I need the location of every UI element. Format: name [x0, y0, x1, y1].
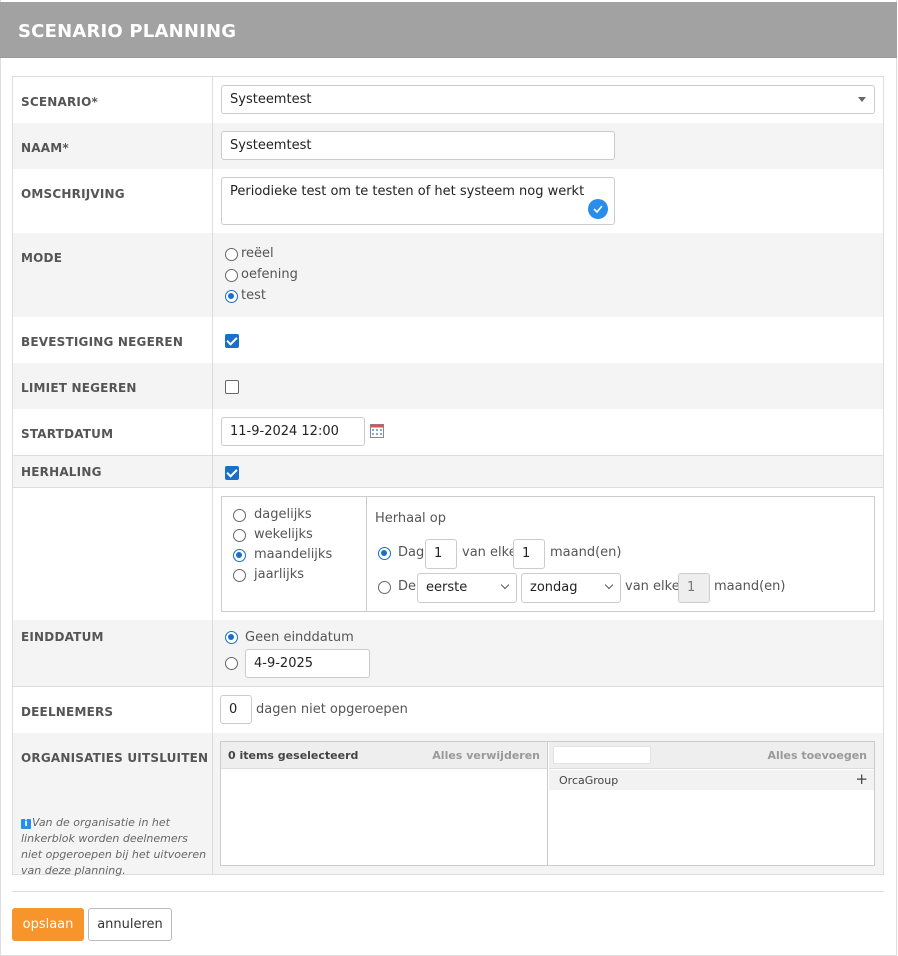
row-organisaties: ORGANISATIES UITSLUITEN i Van de organisa…: [13, 733, 883, 877]
freq-jaarlijks-label: jaarlijks: [254, 567, 305, 582]
omschrijving-value: Periodieke test om te testen of het syst…: [230, 184, 585, 199]
freq-jaarlijks-radio[interactable]: [233, 569, 246, 582]
column-divider: [212, 77, 213, 874]
mode-test-radio[interactable]: [225, 290, 238, 303]
planning-form: SCENARIO* Systeemtest NAAM* Systeemtest …: [12, 76, 884, 877]
dag-input[interactable]: 1: [425, 539, 457, 569]
ordinal-select[interactable]: eerste: [417, 573, 517, 603]
list-item-label: OrcaGroup: [559, 774, 619, 787]
available-list: Alles toevoegen OrcaGroup +: [549, 742, 874, 865]
cancel-button[interactable]: annuleren: [88, 908, 172, 941]
deelnemers-days-input[interactable]: 0: [220, 695, 252, 724]
ordinal-value: eerste: [426, 580, 468, 595]
bevestiging-label: BEVESTIGING NEGEREN: [21, 335, 184, 349]
herhaling-checkbox[interactable]: [225, 466, 239, 480]
chevron-down-icon: [500, 580, 510, 590]
list-item[interactable]: OrcaGroup +: [549, 770, 874, 790]
multiselect: 0 items geselecteerd Alles verwijderen A…: [220, 741, 875, 866]
mode-reeel-radio[interactable]: [225, 248, 238, 261]
row-limiet: LIMIET NEGEREN: [13, 363, 883, 409]
selected-list: 0 items geselecteerd Alles verwijderen: [221, 742, 548, 865]
row-omschrijving: OMSCHRIJVING Periodieke test om te teste…: [13, 169, 883, 233]
row-naam: NAAM* Systeemtest: [13, 123, 883, 169]
naam-label: NAAM*: [21, 141, 69, 155]
organisaties-info-text: Van de organisatie in het linkerblok wor…: [21, 816, 207, 877]
remove-all-link[interactable]: Alles verwijderen: [432, 749, 540, 762]
mode-test-label: test: [241, 288, 266, 303]
freq-maandelijks-radio[interactable]: [233, 549, 246, 562]
row-herhaling: HERHALING: [13, 455, 883, 488]
selected-header: 0 items geselecteerd Alles verwijderen: [221, 742, 547, 769]
einddatum-date-radio[interactable]: [225, 657, 238, 670]
dag-label: Dag: [398, 545, 425, 560]
omschrijving-textarea[interactable]: Periodieke test om te testen of het syst…: [221, 177, 615, 225]
scenario-label: SCENARIO*: [21, 95, 98, 109]
omschrijving-label: OMSCHRIJVING: [21, 187, 125, 201]
month-interval-input[interactable]: 1: [513, 539, 545, 569]
dag-radio[interactable]: [378, 547, 391, 560]
deelnemers-suffix: dagen niet opgeroepen: [256, 702, 408, 717]
maanden-label-2: maand(en): [714, 579, 786, 594]
de-label: De: [398, 579, 417, 594]
freq-wekelijks-label: wekelijks: [254, 527, 313, 542]
de-radio[interactable]: [378, 581, 391, 594]
einddatum-input[interactable]: 4-9-2025: [245, 649, 370, 678]
calendar-icon[interactable]: [370, 424, 384, 438]
bevestiging-checkbox[interactable]: [225, 334, 239, 348]
deelnemers-label: DEELNEMERS: [21, 705, 114, 719]
einddatum-label: EINDDATUM: [21, 630, 104, 644]
page-title: SCENARIO PLANNING: [18, 21, 237, 42]
limiet-checkbox[interactable]: [225, 380, 239, 394]
page-header: SCENARIO PLANNING: [0, 2, 897, 58]
startdatum-input[interactable]: 11-9-2024 12:00: [221, 417, 365, 446]
selected-count: 0 items geselecteerd: [228, 749, 359, 762]
scenario-value: Systeemtest: [230, 92, 312, 107]
row-scenario: SCENARIO* Systeemtest: [13, 77, 883, 123]
row-mode: MODE reëel oefening test: [13, 233, 883, 317]
organisaties-label: ORGANISATIES UITSLUITEN: [21, 751, 209, 765]
weekday-select[interactable]: zondag: [521, 573, 621, 603]
save-button[interactable]: opslaan: [12, 908, 84, 941]
row-recurrence: dagelijks wekelijks maandelijks jaarlijk…: [13, 488, 883, 620]
add-all-link[interactable]: Alles toevoegen: [767, 749, 867, 762]
recurrence-panel: dagelijks wekelijks maandelijks jaarlijk…: [221, 496, 875, 612]
limiet-label: LIMIET NEGEREN: [21, 381, 137, 395]
row-bevestiging: BEVESTIGING NEGEREN: [13, 317, 883, 363]
geen-einddatum-label: Geen einddatum: [245, 630, 354, 645]
mode-reeel-label: reëel: [241, 246, 274, 261]
mode-label: MODE: [21, 251, 63, 265]
herhaal-op-label: Herhaal op: [375, 511, 447, 526]
organisaties-info: i Van de organisatie in het linkerblok wo…: [21, 815, 207, 879]
freq-dagelijks-radio[interactable]: [233, 509, 246, 522]
naam-input[interactable]: Systeemtest: [221, 131, 615, 160]
divider: [13, 455, 883, 456]
grammar-check-icon: [588, 199, 608, 219]
row-deelnemers: DEELNEMERS 0 dagen niet opgeroepen: [13, 687, 883, 733]
geen-einddatum-radio[interactable]: [225, 631, 238, 644]
scenario-select[interactable]: Systeemtest: [221, 85, 875, 114]
row-einddatum: EINDDATUM Geen einddatum 4-9-2025: [13, 620, 883, 686]
add-icon[interactable]: +: [855, 770, 868, 788]
chevron-down-icon: [604, 580, 614, 590]
row-startdatum: STARTDATUM 11-9-2024 12:00: [13, 409, 883, 455]
mode-oefening-radio[interactable]: [225, 269, 238, 282]
mode-oefening-label: oefening: [241, 267, 298, 282]
footer-divider: [12, 891, 884, 892]
dropdown-arrow-icon: [858, 97, 866, 102]
van-elke-label-2: van elke: [625, 579, 680, 594]
van-elke-label: van elke: [462, 545, 517, 560]
frequency-list: dagelijks wekelijks maandelijks jaarlijk…: [222, 497, 367, 611]
month-interval-input-2: 1: [678, 573, 710, 603]
available-search-input[interactable]: [553, 746, 651, 764]
herhaling-label: HERHALING: [21, 465, 102, 479]
info-icon: i: [21, 819, 31, 829]
freq-dagelijks-label: dagelijks: [254, 507, 312, 522]
weekday-value: zondag: [530, 580, 578, 595]
freq-wekelijks-radio[interactable]: [233, 529, 246, 542]
available-header: Alles toevoegen: [549, 742, 874, 769]
freq-maandelijks-label: maandelijks: [254, 547, 333, 562]
maanden-label: maand(en): [550, 545, 622, 560]
startdatum-label: STARTDATUM: [21, 427, 114, 441]
